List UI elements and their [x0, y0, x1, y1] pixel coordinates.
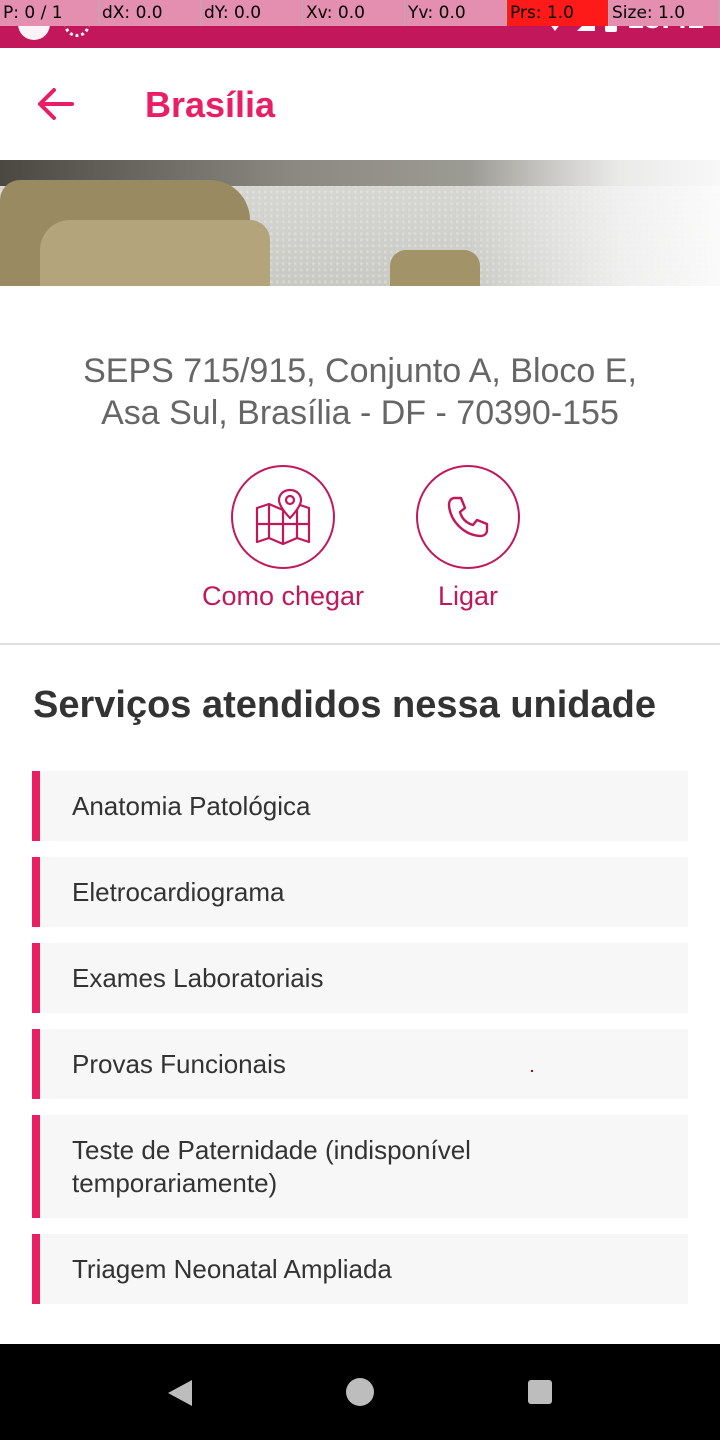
debug-size: Size: 1.0 — [609, 0, 720, 26]
call-button[interactable]: Ligar — [368, 465, 568, 612]
directions-button[interactable]: Como chegar — [183, 465, 383, 612]
map-pin-icon — [255, 488, 311, 546]
service-item-anatomia: Anatomia Patológica — [32, 771, 688, 841]
debug-dx: dX: 0.0 — [99, 0, 201, 26]
services-title: Serviços atendidos nessa unidade — [33, 684, 656, 726]
service-label: Eletrocardiograma — [72, 876, 285, 907]
phone-icon — [447, 496, 489, 538]
service-label: Triagem Neonatal Ampliada — [72, 1253, 392, 1284]
service-label: Anatomia Patológica — [72, 790, 311, 821]
debug-yv: Yv: 0.0 — [405, 0, 507, 26]
nav-recents-icon[interactable] — [528, 1380, 552, 1404]
address-line-1: SEPS 715/915, Conjunto A, Bloco E, — [83, 352, 637, 390]
arrow-left-icon — [38, 88, 74, 120]
debug-prs: Prs: 1.0 — [507, 0, 609, 26]
directions-label: Como chegar — [201, 581, 365, 611]
app-bar: Brasília — [0, 48, 720, 160]
section-divider — [0, 643, 720, 645]
nav-back-icon[interactable] — [168, 1380, 192, 1406]
debug-pointer: P: 0 / 1 — [0, 0, 99, 26]
address-line-2: Asa Sul, Brasília - DF - 70390-155 — [101, 394, 619, 432]
service-item-triagem: Triagem Neonatal Ampliada — [32, 1234, 688, 1304]
service-label: Teste de Paternidade (indisponível tempo… — [72, 1134, 471, 1198]
page-title: Brasília — [145, 84, 276, 125]
service-item-paternidade: Teste de Paternidade (indisponível tempo… — [32, 1115, 688, 1218]
debug-dy: dY: 0.0 — [201, 0, 303, 26]
service-item-provas: Provas Funcionais — [32, 1029, 688, 1099]
unit-photo — [0, 160, 720, 286]
service-label: Exames Laboratoriais — [72, 962, 324, 993]
service-item-exames: Exames Laboratoriais — [32, 943, 688, 1013]
touch-point-marker — [531, 1070, 533, 1072]
unit-address: SEPS 715/915, Conjunto A, Bloco E, Asa S… — [40, 350, 680, 434]
directions-circle[interactable] — [231, 465, 335, 569]
call-circle[interactable] — [416, 465, 520, 569]
service-label: Provas Funcionais — [72, 1048, 286, 1079]
pointer-debug-bar: P: 0 / 1 dX: 0.0 dY: 0.0 Xv: 0.0 Yv: 0.0… — [0, 0, 720, 26]
nav-home-icon[interactable] — [346, 1378, 374, 1406]
service-item-eletrocardiograma: Eletrocardiograma — [32, 857, 688, 927]
debug-xv: Xv: 0.0 — [303, 0, 405, 26]
back-button[interactable] — [30, 84, 82, 124]
call-label: Ligar — [437, 581, 499, 611]
